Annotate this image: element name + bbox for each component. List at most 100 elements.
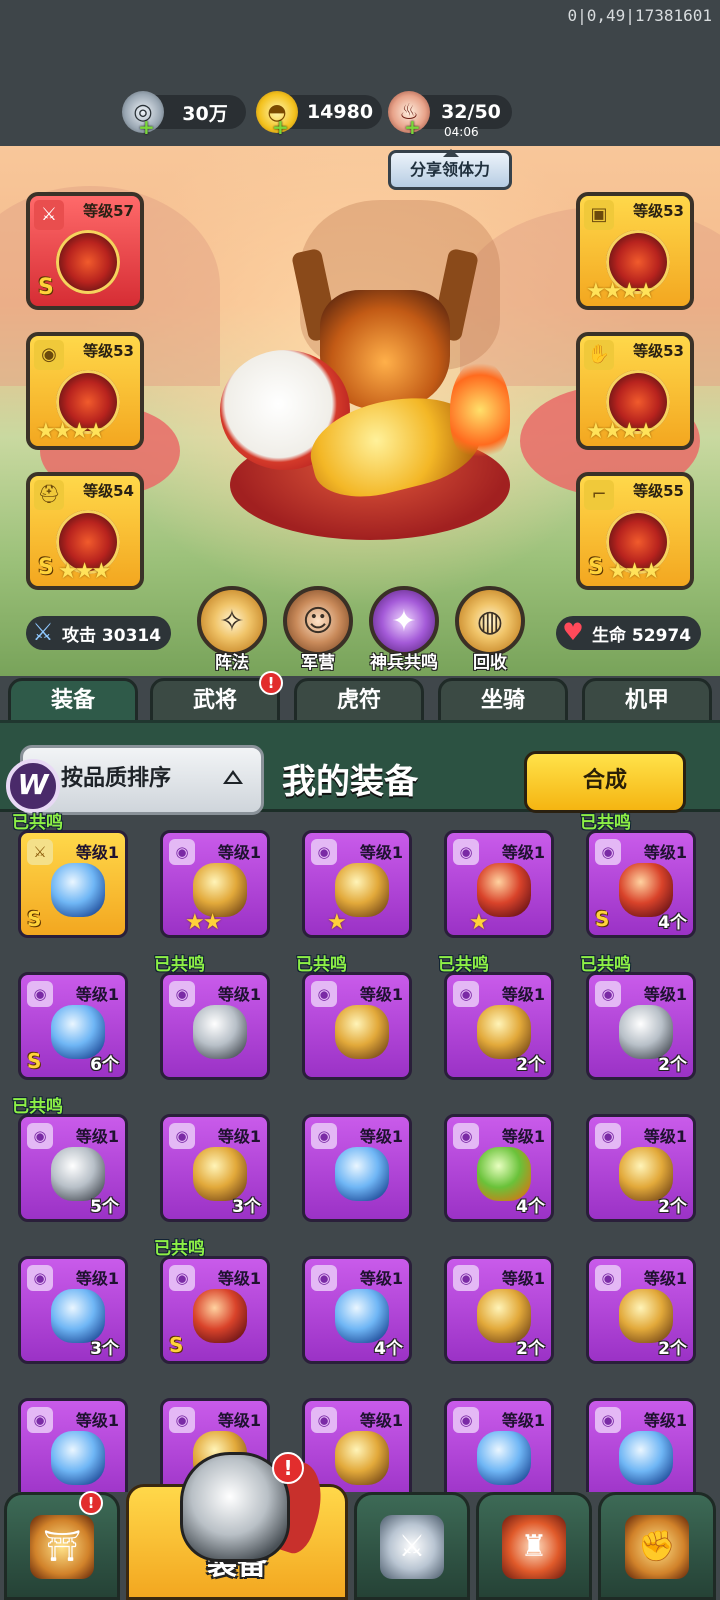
- silver-resource[interactable]: ◎ 30万 +: [122, 91, 246, 139]
- recycle-button[interactable]: ◍ 回收: [452, 586, 528, 673]
- helmet-icon: ⛑: [34, 480, 64, 510]
- equipment-item[interactable]: ◉ 等级1 ★★: [160, 812, 270, 938]
- equipment-card[interactable]: ◉ 等级1: [18, 1398, 128, 1492]
- equipment-item[interactable]: ◉ 等级1 5个 已共鸣: [12, 1096, 128, 1222]
- medal-icon: ◉: [34, 340, 64, 370]
- tab-generals[interactable]: 武将 !: [150, 671, 283, 724]
- item-level: 等级1: [643, 1411, 687, 1430]
- nav-battle[interactable]: ⚔: [354, 1492, 470, 1600]
- equipment-item[interactable]: ◉ 等级1 4个: [444, 1096, 554, 1222]
- equipment-item[interactable]: ◉ 等级1 2个: [586, 1238, 696, 1364]
- equipment-type-icon: ◉: [595, 1407, 621, 1433]
- equipment-card[interactable]: ◉ 等级1 5个: [18, 1114, 128, 1222]
- equipment-card[interactable]: ◉ 等级1 2个: [586, 1114, 696, 1222]
- equipment-card[interactable]: ◉ 等级1: [302, 1114, 412, 1222]
- equipment-item[interactable]: ◉ 等级1 S 已共鸣: [154, 1238, 270, 1364]
- equipment-card[interactable]: ◉ 等级1: [160, 972, 270, 1080]
- equipment-card[interactable]: ⚔ 等级1 S: [18, 830, 128, 938]
- slot-stars: ★★★: [58, 559, 111, 584]
- equipment-item[interactable]: ◉ 等级1 4个: [302, 1238, 412, 1364]
- nav-rooster[interactable]: ♜: [476, 1492, 592, 1600]
- equipment-card[interactable]: ◉ 等级1 2个: [444, 972, 554, 1080]
- equipment-item[interactable]: ◉ 等级1: [586, 1380, 696, 1492]
- add-stamina-icon[interactable]: +: [404, 115, 421, 139]
- share-stamina-button[interactable]: 分享领体力: [388, 149, 512, 190]
- equipment-item[interactable]: ◉ 等级1: [302, 1380, 412, 1492]
- equipment-item[interactable]: ◉ 等级1 2个: [586, 1096, 696, 1222]
- sword-icon: ⚔: [32, 618, 54, 646]
- equipment-art: [193, 1289, 247, 1343]
- tab-tiger-tally[interactable]: 虎符: [294, 678, 424, 724]
- equipment-card[interactable]: ◉ 等级1 ★: [302, 830, 412, 938]
- nav-upgrade[interactable]: ✊: [598, 1492, 716, 1600]
- equipment-card[interactable]: ◉ 等级1: [302, 972, 412, 1080]
- equipment-card[interactable]: ◉ 等级1 ★: [444, 830, 554, 938]
- armor-icon: ▣: [584, 200, 614, 230]
- equipment-item[interactable]: ◉ 等级1 S 4个 已共鸣: [580, 812, 696, 938]
- w-logo-icon[interactable]: W: [6, 759, 60, 813]
- equipment-item[interactable]: ◉ 等级1 3个: [160, 1096, 270, 1222]
- synthesize-button[interactable]: 合成: [524, 751, 686, 813]
- equip-slot-armor[interactable]: ▣ 等级53 ★★★★: [576, 192, 694, 310]
- equipment-item[interactable]: ◉ 等级1 ★: [444, 812, 554, 938]
- equipment-item[interactable]: ◉ 等级1 2个 已共鸣: [438, 954, 554, 1080]
- stamina-amount: 32/50: [441, 101, 501, 123]
- equipment-card[interactable]: ◉ 等级1 2个: [586, 1256, 696, 1364]
- crossed-swords-icon: ⚔: [380, 1515, 444, 1579]
- equipment-item[interactable]: ◉ 等级1: [444, 1380, 554, 1492]
- nav-gate[interactable]: ⛩ !: [4, 1491, 120, 1600]
- item-level: 等级1: [75, 843, 119, 862]
- equipment-item[interactable]: ◉ 等级1 ★: [302, 812, 412, 938]
- equipment-card[interactable]: ◉ 等级1 3个: [160, 1114, 270, 1222]
- equipment-type-icon: ◉: [27, 981, 53, 1007]
- tab-mecha[interactable]: 机甲: [582, 678, 712, 724]
- equipment-item[interactable]: ◉ 等级1 2个 已共鸣: [580, 954, 696, 1080]
- equipment-card[interactable]: ◉ 等级1 2个: [586, 972, 696, 1080]
- equipment-card[interactable]: ◉ 等级1 4个: [444, 1114, 554, 1222]
- equip-slot-amulet[interactable]: ◉ 等级53 ★★★★: [26, 332, 144, 450]
- resonated-label: 已共鸣: [580, 955, 631, 975]
- equipment-card[interactable]: ◉ 等级1: [586, 1398, 696, 1492]
- equipment-card[interactable]: ◉ 等级1 ★★: [160, 830, 270, 938]
- equipment-item[interactable]: ◉ 等级1: [302, 1096, 412, 1222]
- equip-slot-gauntlet[interactable]: ✋ 等级53 ★★★★: [576, 332, 694, 450]
- barracks-button[interactable]: ☺ 军营: [280, 586, 356, 673]
- equipment-type-icon: ◉: [311, 1407, 337, 1433]
- item-level: 等级1: [217, 985, 261, 1004]
- equipment-card[interactable]: ◉ 等级1 3个: [18, 1256, 128, 1364]
- equipment-item[interactable]: ◉ 等级1: [18, 1380, 128, 1492]
- equipment-item[interactable]: ◉ 等级1 3个: [18, 1238, 128, 1364]
- stamina-resource[interactable]: ♨ 32/50 04:06 +: [388, 91, 512, 139]
- recycle-label: 回收: [473, 653, 507, 673]
- gold-resource[interactable]: ◓ 14980 +: [256, 91, 382, 139]
- equipment-card[interactable]: ◉ 等级1 S 6个: [18, 972, 128, 1080]
- resonance-button[interactable]: ✦ 神兵共鸣: [366, 586, 442, 673]
- equipment-card[interactable]: ◉ 等级1 2个: [444, 1256, 554, 1364]
- top-bar: 0|0,49|17381601 ◎ 30万 + ◓ 14980 + ♨ 32/5…: [0, 0, 720, 146]
- equipment-card[interactable]: ◉ 等级1 4个: [302, 1256, 412, 1364]
- equipment-type-icon: ⚔: [27, 839, 53, 865]
- add-gold-icon[interactable]: +: [272, 115, 289, 139]
- equipment-item[interactable]: ⚔ 等级1 S 已共鸣: [12, 812, 128, 938]
- tab-equipment[interactable]: 装备: [8, 678, 138, 724]
- equipment-item[interactable]: ◉ 等级1 已共鸣: [154, 954, 270, 1080]
- equipment-art: [335, 1147, 389, 1201]
- equip-slot-weapon[interactable]: ⚔ 等级57 S: [26, 192, 144, 310]
- resonated-label: 已共鸣: [12, 813, 63, 833]
- equipment-card[interactable]: ◉ 等级1 S 4个: [586, 830, 696, 938]
- item-count: 4个: [516, 1197, 545, 1217]
- add-silver-icon[interactable]: +: [138, 115, 155, 139]
- equipment-card[interactable]: ◉ 等级1: [302, 1398, 412, 1492]
- attack-value: 攻击 30314: [62, 625, 162, 646]
- equip-slot-helmet[interactable]: ⛑ 等级54 S ★★★: [26, 472, 144, 590]
- item-stars: ★: [327, 910, 347, 935]
- equip-slot-boots[interactable]: ⌐ 等级55 S ★★★: [576, 472, 694, 590]
- formation-button[interactable]: ✧ 阵法: [194, 586, 270, 673]
- equipment-item[interactable]: ◉ 等级1 已共鸣: [296, 954, 412, 1080]
- equipment-card[interactable]: ◉ 等级1: [444, 1398, 554, 1492]
- silver-amount: 30万: [182, 102, 228, 125]
- equipment-card[interactable]: ◉ 等级1 S: [160, 1256, 270, 1364]
- tab-mounts[interactable]: 坐骑: [438, 678, 568, 724]
- equipment-item[interactable]: ◉ 等级1 2个: [444, 1238, 554, 1364]
- equipment-item[interactable]: ◉ 等级1 S 6个: [18, 954, 128, 1080]
